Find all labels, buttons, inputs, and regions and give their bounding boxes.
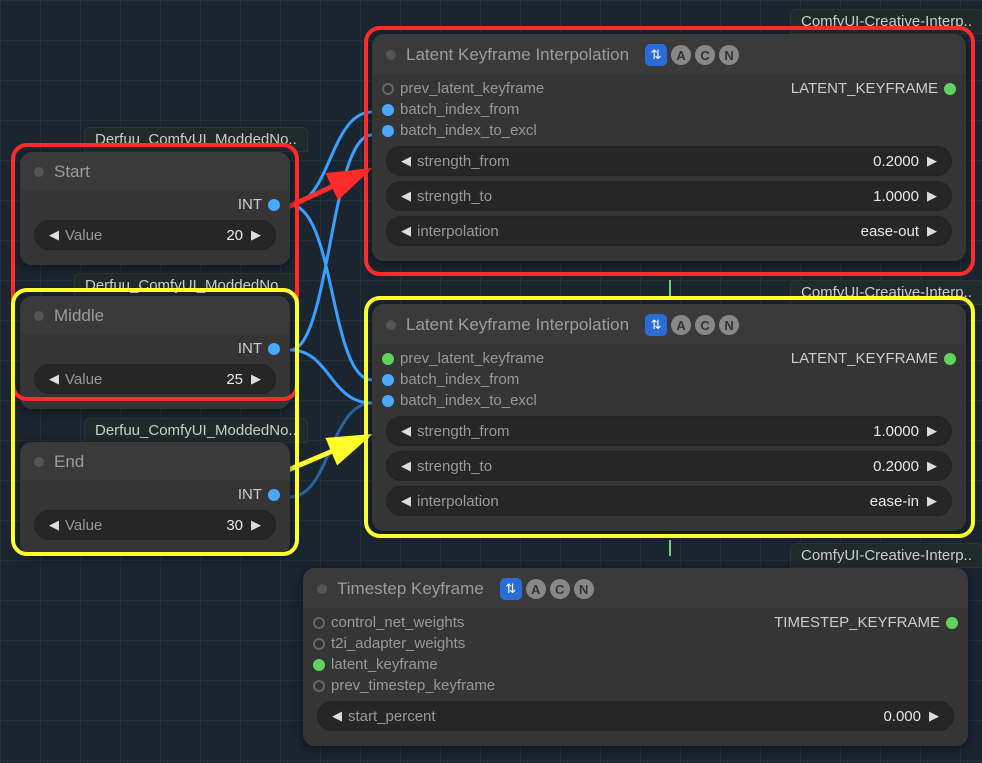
output-port[interactable] [944,353,956,365]
interpolation-widget[interactable]: ◀interpolationease-out▶ [386,216,952,246]
node-start[interactable]: Start INT ◀ Value 20 ▶ [20,152,290,265]
decrement-icon[interactable]: ◀ [45,227,63,243]
acn-c-icon: C [695,45,715,65]
input-port[interactable] [382,83,394,95]
output-label-int: INT [238,340,262,357]
input-port[interactable] [382,395,394,407]
output-label: LATENT_KEYFRAME [791,350,938,367]
input-port[interactable] [382,353,394,365]
output-port[interactable] [946,617,958,629]
output-label-int: INT [238,196,262,213]
input-port[interactable] [313,680,325,692]
tag-derfuu-3: Derfuu_ComfyUI_ModdedNo.. [84,418,308,443]
value-widget[interactable]: ◀ Value 30 ▶ [34,510,276,540]
interpolation-widget[interactable]: ◀interpolationease-in▶ [386,486,952,516]
output-label-int: INT [238,486,262,503]
output-port-int[interactable] [268,199,280,211]
input-port[interactable] [313,638,325,650]
acn-c-icon: C [550,579,570,599]
output-port[interactable] [944,83,956,95]
tag-derfuu-1: Derfuu_ComfyUI_ModdedNo.. [84,127,308,152]
node-timestep-keyframe[interactable]: Timestep Keyframe ⇅ A C N control_net_we… [303,568,968,746]
value-widget[interactable]: ◀ Value 25 ▶ [34,364,276,394]
acn-n-icon: N [574,579,594,599]
input-port[interactable] [313,617,325,629]
acn-n-icon: N [719,45,739,65]
acn-a-icon: A [671,45,691,65]
increment-icon[interactable]: ▶ [247,227,265,243]
acn-n-icon: N [719,315,739,335]
decrement-icon[interactable]: ◀ [45,517,63,533]
node-pack-icon: ⇅ [645,314,667,336]
tag-creative-3: ComfyUI-Creative-Interp.. [790,543,982,568]
tag-derfuu-2: Derfuu_ComfyUI_ModdedNo.. [74,273,298,298]
node-title: Timestep Keyframe ⇅ A C N [303,568,968,608]
strength-to-widget[interactable]: ◀strength_to0.2000▶ [386,451,952,481]
node-title: Latent Keyframe Interpolation ⇅ A C N [372,304,966,344]
input-port[interactable] [382,374,394,386]
output-label: LATENT_KEYFRAME [791,80,938,97]
node-pack-icon: ⇅ [645,44,667,66]
node-latent-keyframe-interp-2[interactable]: Latent Keyframe Interpolation ⇅ A C N pr… [372,304,966,531]
acn-a-icon: A [671,315,691,335]
increment-icon[interactable]: ▶ [247,371,265,387]
node-title: Start [20,152,290,190]
tag-creative-1: ComfyUI-Creative-Interp.. [790,9,982,34]
increment-icon[interactable]: ▶ [247,517,265,533]
acn-a-icon: A [526,579,546,599]
input-port[interactable] [313,659,325,671]
node-latent-keyframe-interp-1[interactable]: Latent Keyframe Interpolation ⇅ A C N pr… [372,34,966,261]
output-port-int[interactable] [268,489,280,501]
node-title: End [20,442,290,480]
input-port[interactable] [382,125,394,137]
strength-from-widget[interactable]: ◀strength_from0.2000▶ [386,146,952,176]
node-title: Latent Keyframe Interpolation ⇅ A C N [372,34,966,74]
node-middle[interactable]: Middle INT ◀ Value 25 ▶ [20,296,290,409]
node-end[interactable]: End INT ◀ Value 30 ▶ [20,442,290,555]
acn-c-icon: C [695,315,715,335]
output-label: TIMESTEP_KEYFRAME [774,614,940,631]
node-title: Middle [20,296,290,334]
node-pack-icon: ⇅ [500,578,522,600]
tag-creative-2: ComfyUI-Creative-Interp.. [790,280,982,305]
output-port-int[interactable] [268,343,280,355]
value-widget[interactable]: ◀ Value 20 ▶ [34,220,276,250]
start-percent-widget[interactable]: ◀start_percent0.000▶ [317,701,954,731]
strength-to-widget[interactable]: ◀strength_to1.0000▶ [386,181,952,211]
input-port[interactable] [382,104,394,116]
strength-from-widget[interactable]: ◀strength_from1.0000▶ [386,416,952,446]
decrement-icon[interactable]: ◀ [45,371,63,387]
